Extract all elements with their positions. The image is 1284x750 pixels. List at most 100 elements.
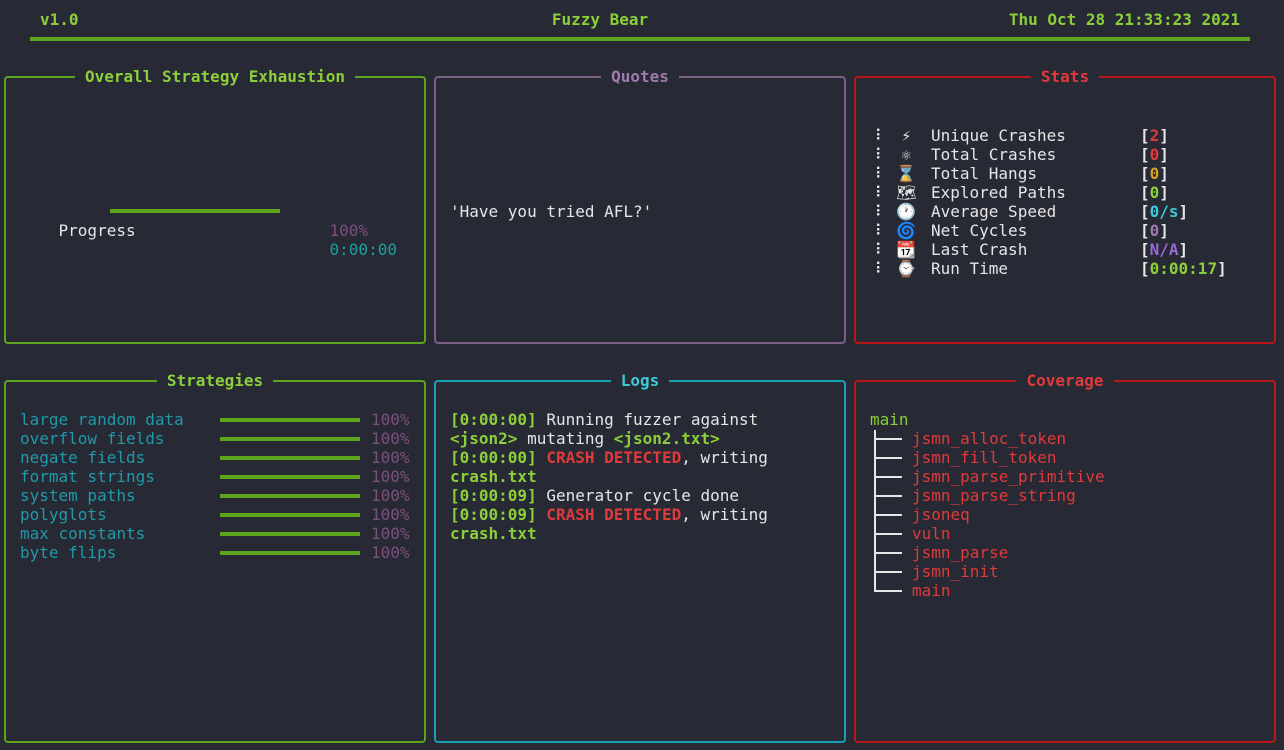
strategy-percent: 100% [371,524,410,543]
stats-panel: Stats ⠸ ⚡ Unique Crashes [2] ⠸ ⚛ Total Cra… [854,67,1276,344]
strategy-percent: 100% [371,486,410,505]
tree-branch [874,495,902,497]
progress-label: Progress [58,221,136,240]
stat-value: [0] [1140,221,1169,240]
strategy-name: byte flips [20,543,117,562]
map-icon: 🗺 [896,183,917,202]
coverage-item: jsmn_init [912,562,999,581]
strategy-row: overflow fields 100% [20,429,420,448]
log-line: [0:00:00] CRASH DETECTED, writing [450,448,768,467]
coverage-item: jsmn_parse_string [912,486,1076,505]
strategy-percent: 100% [371,467,410,486]
coverage-item: main [912,581,951,600]
strategy-row: negate fields 100% [20,448,420,467]
tree-branch [874,590,902,592]
stat-row: ⠸ ⚡ Unique Crashes [2] [870,126,1250,145]
log-line: <json2> mutating <json2.txt> [450,429,720,448]
coverage-item: jsmn_alloc_token [912,429,1067,448]
stat-row: ⠸ 🕐 Average Speed [0/s] [870,202,1250,221]
log-line: crash.txt [450,524,537,543]
stat-label: Net Cycles [921,221,1028,240]
drag-handle-icon: ⠸ [870,240,892,259]
watch-icon: ⌚ [896,259,917,278]
drag-handle-icon: ⠸ [870,183,892,202]
stat-row: ⠸ ⌚ Run Time [0:00:17] [870,259,1250,278]
strategy-progress-bar [220,418,360,422]
log-line: [0:00:00] Running fuzzer against [450,410,759,429]
strategies-panel: Strategies large random data 100% overflow… [4,371,426,743]
drag-handle-icon: ⠸ [870,202,892,221]
stats-title: Stats [1030,67,1100,86]
strategy-name: overflow fields [20,429,165,448]
stat-value: [N/A] [1140,240,1189,259]
progress-bar [110,209,280,213]
strategy-progress-bar [220,475,360,479]
strategy-progress-bar [220,437,360,441]
strategy-row: polyglots 100% [20,505,420,524]
quote-text: 'Have you tried AFL?' [450,202,653,221]
stat-label: Average Speed [921,202,1057,221]
tree-branch [874,514,902,516]
strategy-name: polyglots [20,505,107,524]
coverage-item: jsoneq [912,505,970,524]
strategy-name: max constants [20,524,146,543]
stat-row: ⠸ 🗺 Explored Paths [0] [870,183,1250,202]
clock-icon: 🕐 [896,202,917,221]
lightning-icon: ⚡ [901,126,912,145]
hourglass-icon: ⌛ [896,164,917,183]
drag-handle-icon: ⠸ [870,164,892,183]
atom-icon: ⚛ [901,145,912,164]
coverage-item: jsmn_parse [912,543,1009,562]
calendar-icon: 📆 [896,240,917,259]
stat-label: Explored Paths [921,183,1066,202]
strategy-name: system paths [20,486,136,505]
stat-row: ⠸ 🌀 Net Cycles [0] [870,221,1250,240]
stat-label: Last Crash [921,240,1028,259]
coverage-item: vuln [912,524,951,543]
strategy-percent: 100% [371,505,410,524]
strategy-progress-bar [220,456,360,460]
logs-title: Logs [610,371,670,390]
stat-value: [0] [1140,164,1169,183]
tree-branch [874,571,902,573]
drag-handle-icon: ⠸ [870,126,892,145]
stat-value: [0/s] [1140,202,1189,221]
coverage-root: main [870,410,909,429]
drag-handle-icon: ⠸ [870,221,892,240]
header-divider [30,37,1250,41]
strategy-row: large random data 100% [20,410,420,429]
coverage-title: Coverage [1016,371,1114,390]
exhaustion-title: Overall Strategy Exhaustion [74,67,356,86]
logs-panel: Logs [0:00:00] Running fuzzer against <js… [434,371,846,743]
quotes-title: Quotes [601,67,679,86]
strategy-row: format strings 100% [20,467,420,486]
strategy-name: negate fields [20,448,146,467]
progress-percent: 100% [329,221,369,240]
tree-branch [874,552,902,554]
progress-eta: 0:00:00 [329,240,397,259]
log-line: [0:00:09] Generator cycle done [450,486,739,505]
coverage-item: jsmn_parse_primitive [912,467,1105,486]
strategy-name: format strings [20,467,155,486]
stat-value: [0] [1140,183,1169,202]
quotes-panel: Quotes 'Have you tried AFL?' [434,67,846,344]
stat-label: Total Hangs [921,164,1037,183]
strategy-percent: 100% [371,448,410,467]
log-line: crash.txt [450,467,537,486]
strategy-percent: 100% [371,410,410,429]
drag-handle-icon: ⠸ [870,145,892,164]
stat-label: Run Time [921,259,1009,278]
strategy-progress-bar [220,551,360,555]
strategy-row: system paths 100% [20,486,420,505]
tree-branch [874,457,902,459]
strategy-percent: 100% [371,429,410,448]
tree-branch [874,533,902,535]
coverage-item: jsmn_fill_token [912,448,1057,467]
datetime-label: Thu Oct 28 21:33:23 2021 [1008,10,1240,29]
tree-branch [874,476,902,478]
tree-trunk [874,430,876,591]
strategy-progress-bar [220,494,360,498]
exhaustion-panel: Overall Strategy Exhaustion Progress 100… [4,67,426,344]
stat-label: Unique Crashes [921,126,1066,145]
strategies-title: Strategies [156,371,274,390]
